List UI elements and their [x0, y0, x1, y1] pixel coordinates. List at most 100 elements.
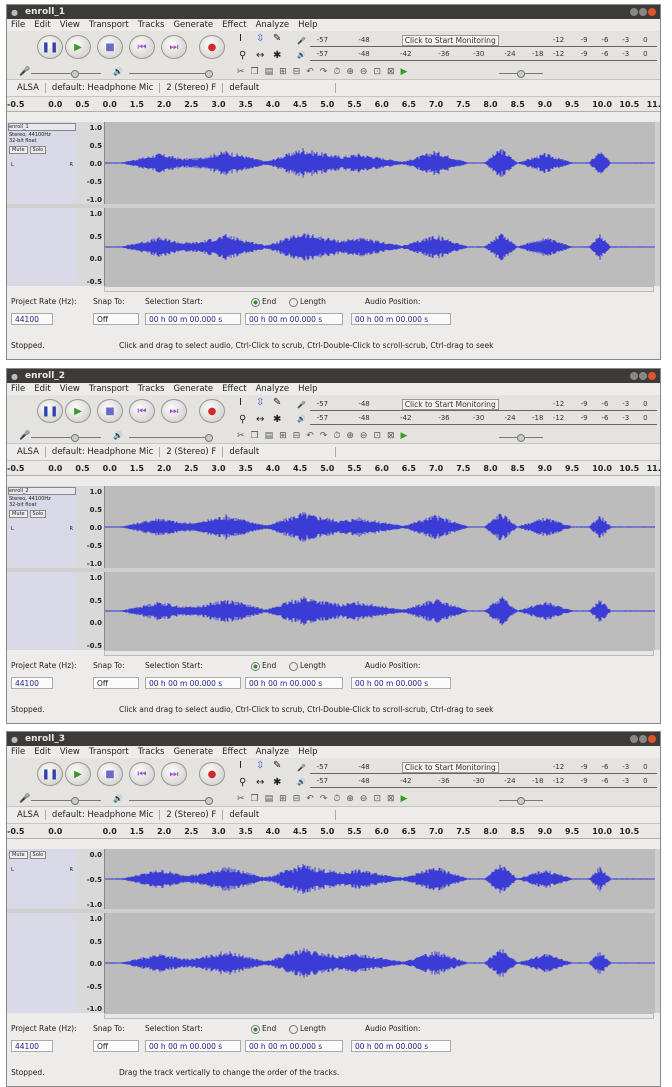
waveform-right-channel[interactable]	[105, 913, 655, 1013]
fit-selection-icon[interactable]: ⊡	[373, 794, 387, 804]
timeshift-tool-icon[interactable]: ↔	[256, 777, 270, 793]
track-control-panel[interactable]: Mute Solo L R	[7, 849, 78, 909]
project-rate-combo[interactable]: 44100	[11, 313, 53, 325]
project-rate-combo[interactable]: 44100	[11, 677, 53, 689]
playback-meter[interactable]: 🔊 -57 -48 -42 -36 -30 -24 -18 -12 -9 -6 -3 0	[297, 413, 657, 425]
amplitude-ruler[interactable]: 0.0 -0.5 -1.0	[77, 849, 105, 909]
track-name-button[interactable]: enroll_2	[8, 487, 76, 495]
snap-to-select[interactable]: Off	[93, 677, 139, 689]
menu-transport[interactable]: Transport	[89, 20, 129, 30]
length-radio[interactable]: Length	[289, 297, 326, 307]
stop-button[interactable]: ■	[97, 399, 123, 423]
skip-end-button[interactable]: ⏭	[161, 35, 187, 59]
selection-tool-icon[interactable]: I	[239, 33, 253, 49]
undo-icon[interactable]: ↶	[306, 67, 320, 77]
close-icon[interactable]	[648, 8, 656, 16]
silence-icon[interactable]: ⊟	[293, 431, 307, 441]
audio-position-time[interactable]: 00 h 00 m 00.000 s	[351, 1040, 451, 1052]
horizontal-scrollbar[interactable]	[104, 650, 654, 656]
output-volume-slider[interactable]	[129, 797, 213, 805]
output-volume-slider[interactable]	[129, 434, 213, 442]
end-radio[interactable]: End	[251, 1024, 276, 1034]
pan-slider[interactable]: LR	[11, 867, 73, 873]
menu-analyze[interactable]: Analyze	[256, 20, 290, 30]
minimize-icon[interactable]	[630, 735, 638, 743]
track-control-panel[interactable]: enroll_2 Stereo, 44100Hz 32-bit float Mute S…	[7, 486, 78, 568]
record-button[interactable]: ●	[199, 399, 225, 423]
menu-edit[interactable]: Edit	[34, 384, 50, 394]
maximize-icon[interactable]	[639, 8, 647, 16]
menu-file[interactable]: File	[11, 384, 25, 394]
play-button[interactable]: ▶	[65, 35, 91, 59]
mute-button[interactable]: Mute	[9, 510, 28, 518]
sync-lock-icon[interactable]: ⏱	[333, 431, 346, 441]
skip-end-button[interactable]: ⏭	[161, 762, 187, 786]
copy-icon[interactable]: ❐	[251, 794, 265, 804]
playback-meter[interactable]: 🔊 -57 -48 -42 -36 -30 -24 -18 -12 -9 -6 -3 0	[297, 49, 657, 61]
menu-generate[interactable]: Generate	[173, 384, 213, 394]
record-button[interactable]: ●	[199, 35, 225, 59]
track-control-panel[interactable]	[7, 208, 78, 286]
close-icon[interactable]	[648, 735, 656, 743]
minimize-icon[interactable]	[630, 372, 638, 380]
solo-button[interactable]: Solo	[29, 851, 47, 859]
mute-button[interactable]: Mute	[9, 851, 28, 859]
minimize-icon[interactable]	[630, 8, 638, 16]
skip-start-button[interactable]: ⏮	[129, 35, 155, 59]
input-volume-slider[interactable]	[31, 70, 101, 78]
envelope-tool-icon[interactable]: ⇳	[256, 760, 270, 776]
fit-selection-icon[interactable]: ⊡	[373, 431, 387, 441]
waveform-left-channel[interactable]	[105, 486, 655, 568]
selection-start-time[interactable]: 00 h 00 m 00.000 s	[145, 1040, 241, 1052]
menu-tracks[interactable]: Tracks	[138, 747, 165, 757]
play-at-speed-icon[interactable]: ▶	[401, 67, 414, 77]
menu-file[interactable]: File	[11, 20, 25, 30]
play-at-speed-icon[interactable]: ▶	[401, 431, 414, 441]
project-rate-combo[interactable]: 44100	[11, 1040, 53, 1052]
track-control-panel[interactable]	[7, 572, 78, 650]
solo-button[interactable]: Solo	[29, 510, 47, 518]
start-monitoring-button[interactable]: Click to Start Monitoring	[401, 398, 499, 410]
amplitude-ruler[interactable]: 1.0 0.5 0.0 -0.5	[77, 208, 105, 286]
timeshift-tool-icon[interactable]: ↔	[256, 414, 270, 430]
menu-effect[interactable]: Effect	[222, 747, 246, 757]
skip-start-button[interactable]: ⏮	[129, 762, 155, 786]
envelope-tool-icon[interactable]: ⇳	[256, 33, 270, 49]
undo-icon[interactable]: ↶	[306, 431, 320, 441]
trim-icon[interactable]: ⊞	[279, 67, 293, 77]
menu-generate[interactable]: Generate	[173, 747, 213, 757]
playback-device-select[interactable]: default	[223, 810, 337, 820]
menu-edit[interactable]: Edit	[34, 747, 50, 757]
cut-icon[interactable]: ✂	[237, 67, 251, 77]
selection-end-time[interactable]: 00 h 00 m 00.000 s	[245, 313, 343, 325]
pan-slider[interactable]: LR	[11, 162, 73, 168]
waveform-left-channel[interactable]	[105, 122, 655, 204]
draw-tool-icon[interactable]: ✎	[273, 33, 287, 49]
envelope-tool-icon[interactable]: ⇳	[256, 397, 270, 413]
silence-icon[interactable]: ⊟	[293, 794, 307, 804]
selection-end-time[interactable]: 00 h 00 m 00.000 s	[245, 1040, 343, 1052]
waveform-right-channel[interactable]	[105, 208, 655, 286]
window-menu-icon[interactable]: ●	[11, 372, 19, 381]
timeline-ruler[interactable]: -0.5 0.0 0.0 1.5 2.0 2.5 3.0 3.5 4.0 4.5 5.0 5.5 6.0…	[7, 824, 660, 839]
playback-device-select[interactable]: default	[223, 83, 337, 93]
playback-meter[interactable]: 🔊 -57 -48 -42 -36 -30 -24 -18 -12 -9 -6 -3 0	[297, 776, 657, 788]
menu-file[interactable]: File	[11, 747, 25, 757]
sync-lock-icon[interactable]: ⏱	[333, 794, 346, 804]
play-speed-slider[interactable]	[499, 434, 543, 442]
recording-device-select[interactable]: default: Headphone Mic	[46, 83, 161, 93]
menu-view[interactable]: View	[60, 384, 80, 394]
menu-help[interactable]: Help	[298, 384, 317, 394]
zoom-tool-icon[interactable]: ⚲	[239, 414, 253, 430]
zoom-out-icon[interactable]: ⊖	[360, 794, 374, 804]
paste-icon[interactable]: ▤	[265, 67, 280, 77]
record-button[interactable]: ●	[199, 762, 225, 786]
play-speed-slider[interactable]	[499, 70, 543, 78]
copy-icon[interactable]: ❐	[251, 431, 265, 441]
zoom-in-icon[interactable]: ⊕	[346, 794, 360, 804]
audio-position-time[interactable]: 00 h 00 m 00.000 s	[351, 677, 451, 689]
start-monitoring-button[interactable]: Click to Start Monitoring	[401, 761, 499, 773]
play-button[interactable]: ▶	[65, 762, 91, 786]
cut-icon[interactable]: ✂	[237, 794, 251, 804]
trim-icon[interactable]: ⊞	[279, 431, 293, 441]
